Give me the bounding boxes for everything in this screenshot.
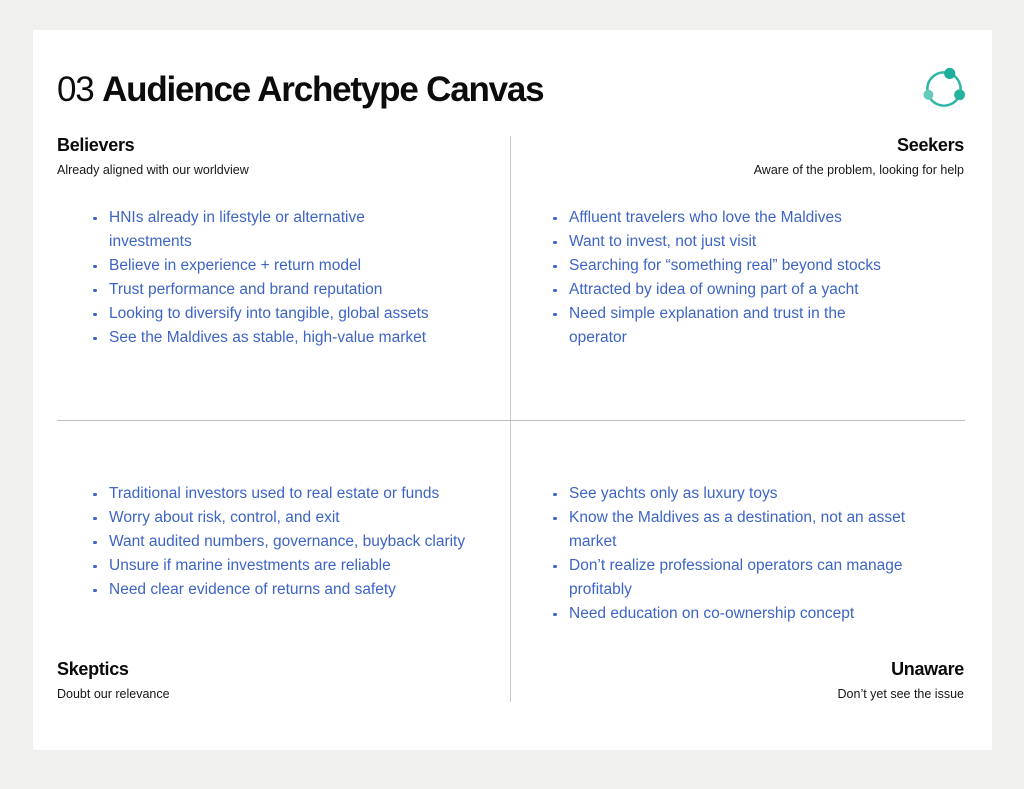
list-item: Traditional investors used to real estat… [90,482,472,506]
list-item: See the Maldives as stable, high-value m… [90,326,438,350]
list-item: Looking to diversify into tangible, glob… [90,302,438,326]
slide-card: 03 Audience Archetype Canvas Believers A… [33,30,992,750]
list-item: HNIs already in lifestyle or alternative… [90,206,438,254]
list-item: See yachts only as luxury toys [550,482,912,506]
quadrant-title: Seekers [754,134,964,156]
page-title-number: 03 [57,70,94,109]
quadrant-subtitle: Already aligned with our worldview [57,163,249,177]
quadrant-header-unaware: Unaware Don’t yet see the issue [838,658,964,701]
divider-horizontal [57,420,965,421]
list-item: Need education on co-ownership concept [550,602,912,626]
quadrant-header-skeptics: Skeptics Doubt our relevance [57,658,170,701]
list-item: Want audited numbers, governance, buybac… [90,530,472,554]
list-item: Unsure if marine investments are reliabl… [90,554,472,578]
cycle-dots-icon [918,62,970,114]
list-item: Attracted by idea of owning part of a ya… [550,278,886,302]
quadrant-subtitle: Doubt our relevance [57,687,170,701]
bullet-list-skeptics: Traditional investors used to real estat… [90,482,472,602]
quadrant-title: Skeptics [57,658,170,680]
list-item: Trust performance and brand reputation [90,278,438,302]
list-item: Believe in experience + return model [90,254,438,278]
page-title: 03 Audience Archetype Canvas [57,70,543,110]
page-background: 03 Audience Archetype Canvas Believers A… [0,0,1024,789]
quadrant-title: Believers [57,134,249,156]
list-item: Searching for “something real” beyond st… [550,254,886,278]
list-item: Need clear evidence of returns and safet… [90,578,472,602]
bullet-list-unaware: See yachts only as luxury toys Know the … [550,482,912,626]
quadrant-header-believers: Believers Already aligned with our world… [57,134,249,177]
list-item: Affluent travelers who love the Maldives [550,206,886,230]
list-item: Worry about risk, control, and exit [90,506,472,530]
bullet-list-believers: HNIs already in lifestyle or alternative… [90,206,438,350]
list-item: Need simple explanation and trust in the… [550,302,886,350]
list-item: Know the Maldives as a destination, not … [550,506,912,554]
list-item: Want to invest, not just visit [550,230,886,254]
page-title-text: Audience Archetype Canvas [102,70,543,109]
divider-vertical [510,136,511,702]
list-item: Don’t realize professional operators can… [550,554,912,602]
quadrant-header-seekers: Seekers Aware of the problem, looking fo… [754,134,964,177]
quadrant-subtitle: Don’t yet see the issue [838,687,964,701]
quadrant-title: Unaware [838,658,964,680]
bullet-list-seekers: Affluent travelers who love the Maldives… [550,206,886,350]
quadrant-subtitle: Aware of the problem, looking for help [754,163,964,177]
